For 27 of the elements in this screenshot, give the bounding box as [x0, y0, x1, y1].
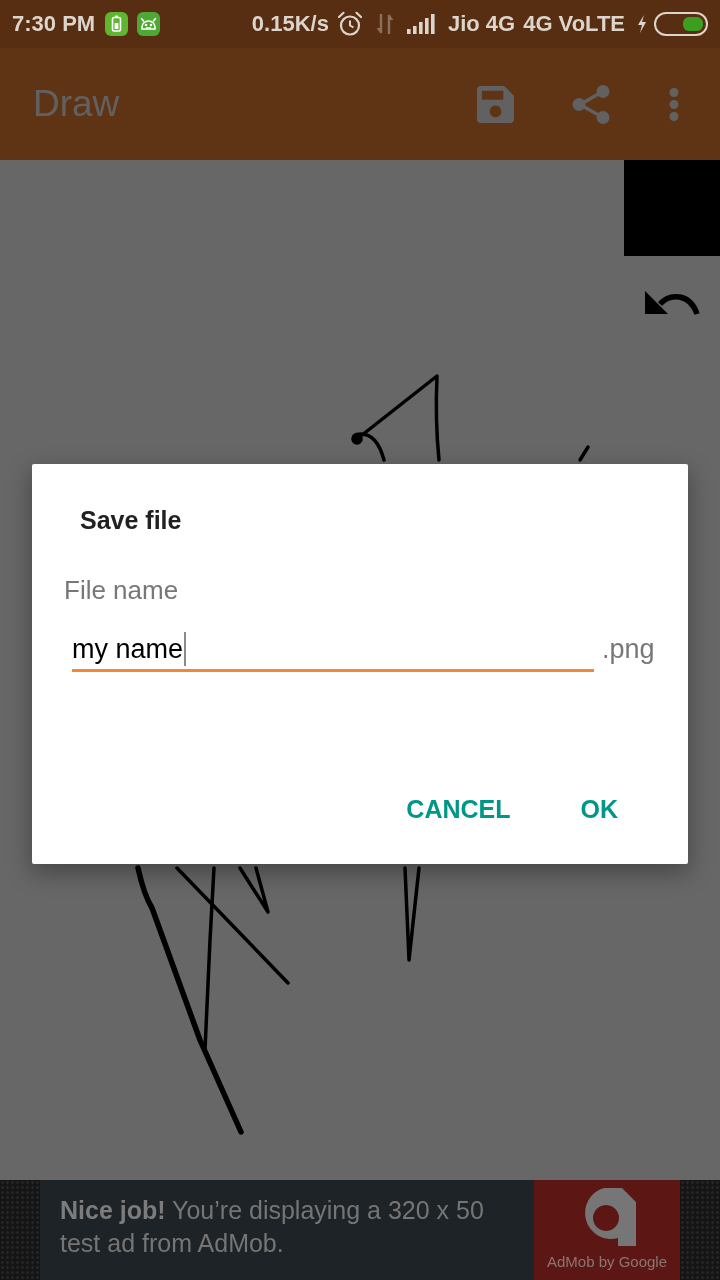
share-icon[interactable]: [572, 84, 610, 124]
cancel-button[interactable]: CANCEL: [398, 785, 519, 833]
app-title: Draw: [33, 83, 120, 125]
save-icon[interactable]: [477, 85, 514, 123]
more-options-icon[interactable]: [669, 87, 679, 121]
file-extension: .png: [602, 633, 655, 666]
field-label: File name: [64, 574, 179, 606]
alarm-clock-icon: [336, 11, 363, 37]
color-swatch[interactable]: [624, 160, 720, 256]
filename-field[interactable]: my name: [72, 631, 594, 672]
ad-banner[interactable]: Nice job! You’re displaying a 320 x 50 test ad from AdMob. AdMob by Google: [0, 1180, 720, 1280]
status-time: 7:30 PM: [12, 11, 96, 37]
robot-tile-icon: [137, 12, 161, 36]
undo-icon[interactable]: [644, 290, 700, 316]
ad-attribution: AdMob by Google: [546, 1253, 668, 1270]
charging-bolt-icon: [637, 15, 647, 33]
ok-button[interactable]: OK: [572, 785, 626, 833]
network-speed: 0.15K/s: [251, 11, 329, 37]
text-cursor-icon: [184, 632, 187, 666]
network-type: 4G VoLTE: [523, 11, 625, 37]
dialog-title: Save file: [80, 505, 182, 536]
signal-icon: [406, 14, 435, 34]
battery-icon: [654, 12, 708, 36]
battery-tile-icon: [105, 12, 129, 36]
data-arrows-icon: [374, 13, 395, 35]
ad-message: Nice job! You’re displaying a 320 x 50 test ad from AdMob.: [60, 1195, 485, 1259]
carrier-name: Jio 4G: [447, 11, 516, 37]
